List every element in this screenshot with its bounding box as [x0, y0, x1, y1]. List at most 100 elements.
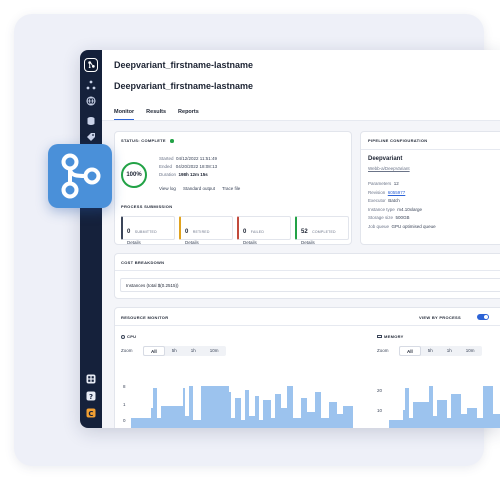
sidebar: ? C: [80, 50, 102, 428]
status-panel: STATUS: COMPLETE 100% Started 04/12/2022…: [114, 131, 352, 245]
failed-label: FAILED: [250, 230, 265, 234]
page-title: Deepvariant_firstname-lastname: [114, 81, 254, 91]
tab-bar: Monitor Results Reports: [114, 109, 199, 120]
memory-tick-10: 10: [377, 408, 383, 413]
memory-zoom-1h[interactable]: 1h: [440, 346, 459, 356]
grid-icon[interactable]: [85, 374, 97, 386]
revision-link[interactable]: 6055977: [388, 190, 406, 195]
memory-zoom-5h[interactable]: 5h: [421, 346, 440, 356]
started-value: 04/12/2022 11:51:49: [176, 156, 217, 161]
pipeline-branch-icon: [48, 144, 112, 208]
screenshot-stage: ? C Deepvariant_firstname-lastname Deepv…: [0, 0, 500, 477]
cpu-zoom-1h[interactable]: 1h: [184, 346, 203, 356]
svg-text:C: C: [88, 410, 93, 418]
instances-cost-row[interactable]: Instances (total $(0.2515)): [120, 278, 500, 292]
failed-box: 0 FAILED Details: [237, 216, 291, 245]
resource-monitor-panel: RESOURCE MONITOR VIEW BY PROCESS CPU Zoo…: [114, 307, 500, 428]
memory-label: MEMORY: [384, 334, 404, 339]
pipeline-details: Parameters 12 Revision 6055977 Executor …: [368, 180, 436, 232]
status-title: STATUS: COMPLETE: [121, 138, 174, 143]
app-logo-icon[interactable]: [84, 58, 98, 72]
monitor-content: STATUS: COMPLETE 100% Started 04/12/2022…: [102, 121, 500, 428]
memory-zoom-all[interactable]: All: [399, 346, 421, 356]
duration-label: Duration: [159, 172, 177, 177]
memory-zoom-selector: All 5h 1h 10m: [399, 346, 482, 356]
memory-usage-chart: [389, 386, 500, 428]
pipeline-divider: [361, 149, 500, 150]
resource-divider: [115, 325, 500, 326]
database-icon[interactable]: [85, 116, 97, 128]
help-icon[interactable]: ?: [85, 391, 97, 403]
cost-breakdown-title: COST BREAKDOWN: [121, 260, 165, 265]
storage-label: Storage size: [368, 215, 394, 221]
instance-value: m4.10xlarge: [397, 206, 423, 212]
submitted-details-link[interactable]: Details: [127, 240, 170, 245]
submitted-label: SUBMITTED: [134, 230, 157, 234]
trace-file-link[interactable]: Trace file: [222, 186, 240, 191]
retired-count: 0: [185, 229, 189, 235]
run-times: Started 04/12/2022 11:51:49 Ended 04/20/…: [159, 155, 217, 179]
main-area: Deepvariant_firstname-lastname Deepvaria…: [102, 50, 500, 428]
cpu-zoom-selector: All 5h 1h 10m: [143, 346, 226, 356]
completed-count: 52: [301, 229, 308, 235]
memory-icon: [377, 335, 382, 339]
storage-value: 500GB: [395, 215, 410, 221]
tag-icon[interactable]: [85, 132, 97, 144]
submitted-count: 0: [127, 229, 131, 235]
log-links: View log Standard output Trace file: [159, 186, 240, 191]
cost-breakdown-panel: COST BREAKDOWN Instances (total $(0.2515…: [114, 253, 500, 299]
memory-usage-area: [389, 386, 500, 428]
cpu-icon: [121, 334, 125, 339]
failed-details-link[interactable]: Details: [243, 240, 286, 245]
parameters-label: Parameters: [368, 181, 392, 186]
executor-label: Executor: [368, 198, 386, 204]
duration-value: 198h 12m 15s: [178, 172, 208, 177]
progress-value: 100%: [126, 172, 142, 178]
failed-count: 0: [243, 229, 247, 235]
cost-divider: [115, 270, 500, 271]
revision-label: Revision: [368, 189, 386, 195]
tab-results[interactable]: Results: [146, 109, 166, 120]
retired-details-link[interactable]: Details: [185, 240, 228, 245]
workflow-icon[interactable]: [85, 80, 97, 92]
pipeline-repo-link[interactable]: Webb-a/DeepVariant: [368, 166, 410, 171]
cpu-zoom-all[interactable]: All: [143, 346, 165, 356]
memory-tick-20: 20: [377, 388, 383, 393]
resource-monitor-title: RESOURCE MONITOR: [121, 315, 169, 320]
ended-label: Ended: [159, 164, 173, 169]
cpu-label: CPU: [127, 334, 137, 339]
cpu-zoom-5h[interactable]: 5h: [165, 346, 184, 356]
tab-monitor[interactable]: Monitor: [114, 109, 135, 120]
tab-reports[interactable]: Reports: [178, 109, 199, 120]
queue-value: GPU optimised queue: [391, 223, 436, 229]
memory-heading: MEMORY: [377, 334, 404, 339]
memory-zoom-label: Zoom: [377, 348, 389, 353]
cpu-tick-0: 0: [123, 418, 126, 423]
view-by-process-toggle[interactable]: [477, 314, 489, 320]
executor-value: Batch: [388, 198, 400, 204]
retired-label: RETIRED: [192, 230, 210, 234]
cpu-zoom-label: Zoom: [121, 348, 133, 353]
cpu-tick-8: 8: [123, 384, 126, 389]
cpu-heading: CPU: [121, 334, 136, 339]
breadcrumb[interactable]: Deepvariant_firstname-lastname: [114, 60, 253, 70]
progress-ring: 100%: [121, 162, 147, 188]
standard-output-link[interactable]: Standard output: [183, 186, 215, 191]
submitted-box: 0 SUBMITTED Details: [121, 216, 175, 245]
pipeline-name: Deepvariant: [368, 156, 403, 162]
cpu-usage-chart: [131, 386, 353, 428]
user-icon[interactable]: C: [85, 408, 97, 420]
process-submission-title: PROCESS SUBMISSION: [121, 204, 173, 209]
cpu-zoom-10m[interactable]: 10m: [203, 346, 226, 356]
globe-icon[interactable]: [85, 96, 97, 108]
memory-zoom-10m[interactable]: 10m: [459, 346, 482, 356]
status-dot-icon: [170, 139, 174, 143]
retired-box: 0 RETIRED Details: [179, 216, 233, 245]
parameters-value: 12: [393, 181, 399, 186]
view-by-process-label: VIEW BY PROCESS: [419, 315, 461, 320]
completed-details-link[interactable]: Details: [301, 240, 344, 245]
ended-value: 04/20/2022 18:08:13: [175, 164, 218, 169]
pipeline-config-title: PIPELINE CONFIGURATION: [368, 138, 428, 143]
app-window: ? C Deepvariant_firstname-lastname Deepv…: [80, 50, 500, 428]
view-log-link[interactable]: View log: [159, 186, 176, 191]
